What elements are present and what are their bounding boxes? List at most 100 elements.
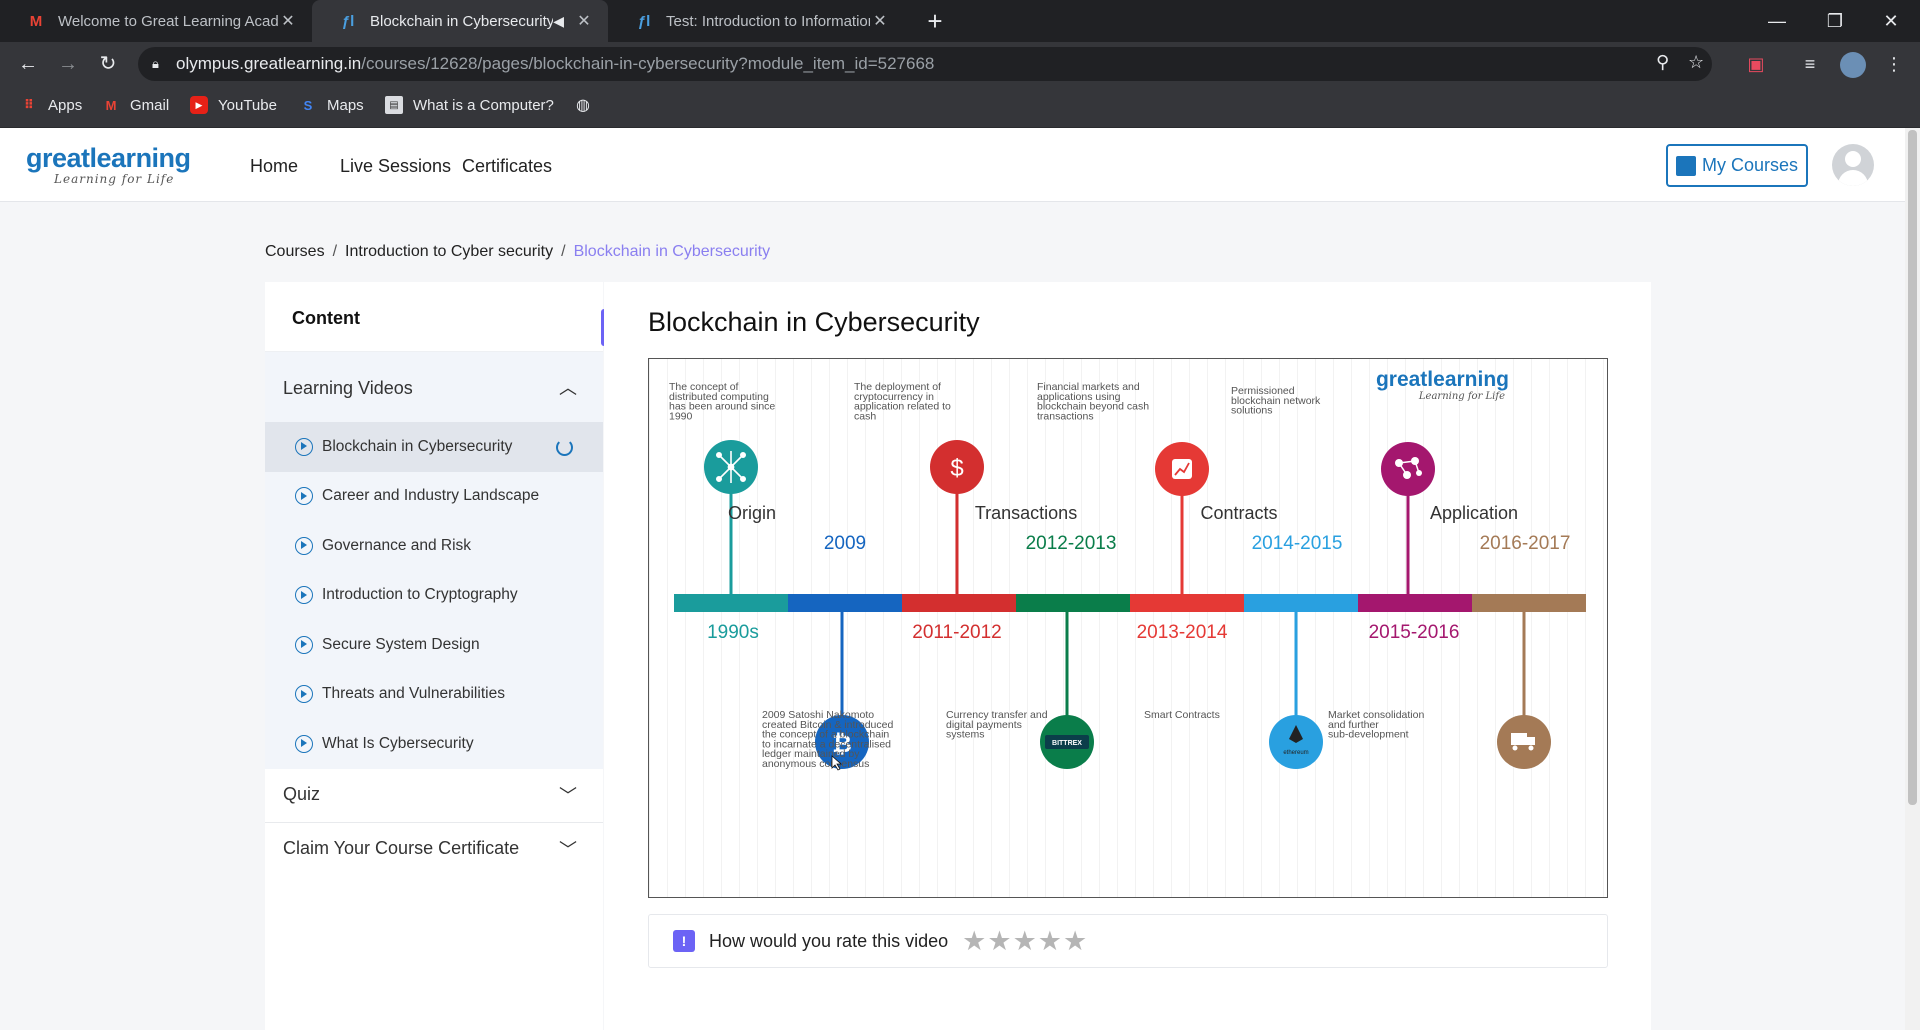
bookmark-what-is-a-computer[interactable]: ▤ What is a Computer? <box>385 96 554 114</box>
svg-text:Origin: Origin <box>728 503 776 523</box>
sidebar-item-cryptography[interactable]: Introduction to Cryptography <box>265 570 603 620</box>
figure-logo: greatlearning <box>1376 368 1509 391</box>
page-scrollbar[interactable] <box>1905 128 1920 1030</box>
sidebar-item-label: Career and Industry Landscape <box>322 487 540 505</box>
bookmark-youtube[interactable]: ▶ YouTube <box>190 96 277 114</box>
globe-icon: ◍ <box>576 97 590 114</box>
menu-kebab-icon[interactable]: ⋮ <box>1882 52 1906 76</box>
section-certificate[interactable]: Claim Your Course Certificate ﹀ <box>265 822 603 877</box>
close-tab-icon[interactable]: ✕ <box>870 11 890 31</box>
new-tab-button[interactable]: + <box>920 6 950 36</box>
nav-live-sessions[interactable]: Live Sessions <box>340 156 451 177</box>
bookmark-globe[interactable]: ◍ <box>574 96 602 114</box>
section-label: Learning Videos <box>283 378 413 398</box>
user-avatar[interactable] <box>1832 144 1874 186</box>
sidebar-item-career[interactable]: Career and Industry Landscape <box>265 471 603 521</box>
media-control-icon[interactable]: ≡ <box>1798 52 1822 76</box>
bookmark-apps[interactable]: ⠿ Apps <box>20 96 82 114</box>
sidebar-item-governance[interactable]: Governance and Risk <box>265 521 603 571</box>
logo-main: greatlearning <box>26 143 191 173</box>
content-sidebar: Content Learning Videos ︿ Blockchain in … <box>265 282 603 1030</box>
breadcrumb-current: Blockchain in Cybersecurity <box>573 243 771 260</box>
gmail-icon: M <box>105 97 117 113</box>
play-circle-icon <box>295 536 313 555</box>
star-icon[interactable]: ★ <box>962 926 987 956</box>
bookmark-maps[interactable]: S Maps <box>299 96 364 114</box>
close-tab-icon[interactable]: ✕ <box>278 11 298 31</box>
section-quiz[interactable]: Quiz ﹀ <box>265 768 603 823</box>
bookmark-page-icon: ▤ <box>385 96 403 114</box>
chevron-down-icon[interactable]: ﹀ <box>559 836 577 862</box>
sidebar-item-label: Governance and Risk <box>322 536 472 554</box>
svg-text:$: $ <box>950 455 963 482</box>
close-window-button[interactable]: ✕ <box>1862 0 1920 42</box>
chevron-down-icon[interactable]: ﹀ <box>559 782 577 808</box>
greatlearning-icon: ƒl <box>637 12 651 30</box>
close-tab-icon[interactable]: ✕ <box>574 11 594 31</box>
sidebar-item-what-is[interactable]: What Is Cybersecurity <box>265 719 603 769</box>
bookmarks-bar: ⠿ Apps M Gmail ▶ YouTube S Maps ▤ What is a C… <box>0 86 1920 128</box>
tab-title: Test: Introduction to Information <box>666 12 870 30</box>
band-segment <box>1016 594 1130 612</box>
sidebar-item-label: Threats and Vulnerabilities <box>322 685 505 703</box>
band-segment <box>1244 594 1358 612</box>
bookmark-star-icon[interactable]: ☆ <box>1688 52 1704 73</box>
forward-button[interactable]: → <box>54 50 82 78</box>
band-segment <box>788 594 902 612</box>
star-icon[interactable]: ★ <box>1038 926 1063 956</box>
blockchain-timeline-figure: greatlearning Learning for Life $ ₿ BITT… <box>648 358 1608 898</box>
restore-button[interactable]: ❐ <box>1806 0 1864 42</box>
sidebar-item-secure-design[interactable]: Secure System Design <box>265 620 603 670</box>
band-segment <box>1358 594 1472 612</box>
band-segment <box>1472 594 1586 612</box>
breadcrumb-course[interactable]: Introduction to Cyber security <box>345 243 553 260</box>
breadcrumb-courses[interactable]: Courses <box>265 243 325 260</box>
apps-grid-icon: ⠿ <box>23 97 35 112</box>
url-host: olympus.greatlearning.in <box>176 54 362 73</box>
reload-button[interactable]: ↻ <box>94 50 122 78</box>
star-icon[interactable]: ★ <box>1013 926 1038 956</box>
pocket-extension-icon[interactable]: ▣ <box>1744 52 1768 76</box>
svg-text:2016-2017: 2016-2017 <box>1480 533 1571 554</box>
tab-blockchain[interactable]: ƒl Blockchain in Cybersecurity: | ◀︎ ✕ <box>312 0 608 42</box>
timeline-description-line: cash <box>854 410 876 422</box>
my-courses-button[interactable]: My Courses <box>1666 144 1808 187</box>
svg-text:2011-2012: 2011-2012 <box>912 622 1001 643</box>
play-circle-icon <box>295 437 313 456</box>
timeline-description-line: anonymous consensus <box>762 758 869 770</box>
timeline-description-line: Smart Contracts <box>1144 709 1220 721</box>
timeline-description-line: solutions <box>1231 405 1272 417</box>
svg-text:2009: 2009 <box>824 533 866 554</box>
tab-gmail[interactable]: M Welcome to Great Learning Acad ✕ <box>0 0 312 42</box>
back-button[interactable]: ← <box>14 50 42 78</box>
browser-tabstrip: M Welcome to Great Learning Acad ✕ ƒl Bl… <box>0 0 1920 42</box>
address-bar[interactable]: 🔒︎ olympus.greatlearning.in/courses/1262… <box>138 47 1712 81</box>
chevron-up-icon[interactable]: ︿ <box>559 374 577 400</box>
sidebar-item-threats[interactable]: Threats and Vulnerabilities <box>265 669 603 719</box>
sidebar-item-blockchain[interactable]: Blockchain in Cybersecurity <box>265 422 603 472</box>
section-learning-videos[interactable]: Learning Videos ︿ <box>265 352 603 422</box>
browser-toolbar: ← → ↻ 🔒︎ olympus.greatlearning.in/course… <box>0 42 1920 86</box>
profile-avatar-icon[interactable] <box>1840 52 1866 78</box>
svg-text:Application: Application <box>1430 503 1518 523</box>
scrollbar-thumb[interactable] <box>1908 130 1917 805</box>
star-icon[interactable]: ★ <box>987 926 1012 956</box>
svg-text:1990s: 1990s <box>707 622 759 643</box>
nav-home[interactable]: Home <box>250 156 298 177</box>
url-path: /courses/12628/pages/blockchain-in-cyber… <box>361 54 935 73</box>
mute-tab-icon[interactable]: ◀︎ <box>553 13 564 30</box>
star-icon[interactable]: ★ <box>1063 926 1088 956</box>
tab-test[interactable]: ƒl Test: Introduction to Information ✕ <box>608 0 904 42</box>
band-segment <box>674 594 788 612</box>
svg-text:2013-2014: 2013-2014 <box>1137 622 1228 643</box>
bookmark-gmail[interactable]: M Gmail <box>102 96 170 114</box>
sidebar-item-label: Secure System Design <box>322 635 480 653</box>
tab-title: Welcome to Great Learning Acad <box>58 12 278 30</box>
play-circle-icon <box>295 685 313 704</box>
nav-certificates[interactable]: Certificates <box>462 156 552 177</box>
zoom-search-icon[interactable]: ⚲ <box>1656 52 1669 73</box>
tab-title: Blockchain in Cybersecurity: | <box>370 12 554 30</box>
greatlearning-logo[interactable]: greatlearning Learning for Life <box>26 144 191 186</box>
minimize-button[interactable]: — <box>1748 0 1806 42</box>
band-segment <box>902 594 1016 612</box>
